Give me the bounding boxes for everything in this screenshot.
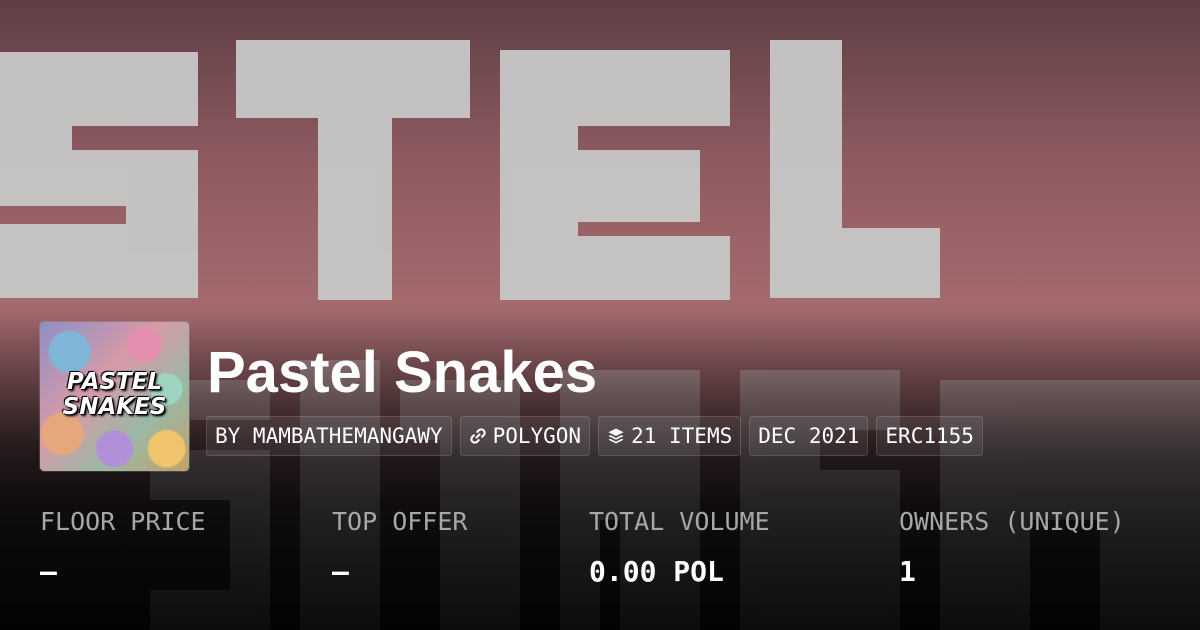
avatar-logo-line1: PASTEL [66, 369, 163, 395]
chip-chain[interactable]: POLYGON [459, 416, 591, 456]
collection-title: Pastel Snakes [207, 340, 598, 405]
stat-owners-value: 1 [899, 555, 916, 588]
link-icon [469, 427, 487, 445]
chip-standard-label: ERC1155 [885, 424, 974, 448]
avatar-logo-line2: SNAKES [62, 394, 167, 420]
avatar-logo-text: PASTEL SNAKES [40, 370, 189, 420]
chip-creator-label: BY MAMBATHEMANGAWY [215, 424, 443, 448]
chip-standard: ERC1155 [876, 416, 983, 456]
stat-total-volume: TOTAL VOLUME 0.00 POL [589, 506, 770, 588]
collection-meta-chips: BY MAMBATHEMANGAWY POLYGON 21 ITEMS DEC … [206, 416, 983, 456]
chip-date-label: DEC 2021 [758, 424, 860, 448]
stat-floor-price: FLOOR PRICE — [40, 506, 206, 588]
chip-items[interactable]: 21 ITEMS [598, 416, 742, 456]
chip-items-label: 21 ITEMS [631, 424, 733, 448]
layers-icon [607, 427, 625, 445]
stat-top-offer: TOP OFFER — [332, 506, 467, 588]
stat-top-offer-label: TOP OFFER [332, 507, 468, 536]
stat-owners: OWNERS (UNIQUE) 1 [899, 506, 1125, 588]
chip-date: DEC 2021 [749, 416, 869, 456]
chip-creator[interactable]: BY MAMBATHEMANGAWY [206, 416, 452, 456]
stat-total-volume-value: 0.00 POL [589, 555, 724, 588]
stat-total-volume-label: TOTAL VOLUME [589, 507, 770, 536]
stat-floor-price-value: — [40, 555, 57, 588]
stat-top-offer-value: — [332, 555, 349, 588]
collection-avatar[interactable]: PASTEL SNAKES [40, 322, 189, 471]
stat-floor-price-label: FLOOR PRICE [40, 507, 206, 536]
stat-owners-label: OWNERS (UNIQUE) [899, 507, 1125, 536]
chip-chain-label: POLYGON [492, 424, 582, 448]
